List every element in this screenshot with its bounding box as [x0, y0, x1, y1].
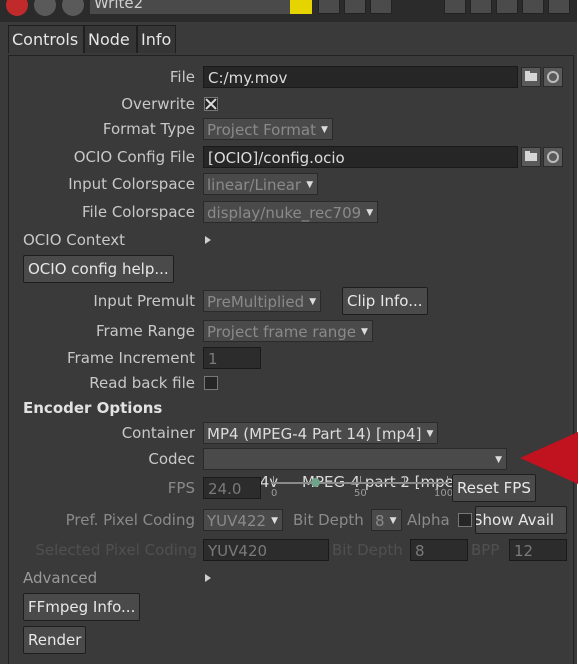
- folder-icon[interactable]: [521, 147, 541, 167]
- fps-input[interactable]: 24.0: [203, 477, 261, 499]
- tab-info[interactable]: Info: [137, 25, 176, 53]
- frame-range-dropdown[interactable]: Project frame range ▼: [203, 320, 373, 342]
- tab-node[interactable]: Node: [84, 25, 137, 53]
- input-premult-value: PreMultiplied: [207, 293, 305, 311]
- chevron-down-icon: ▼: [361, 327, 368, 337]
- input-colorspace-dropdown[interactable]: linear/Linear ▼: [203, 173, 319, 195]
- format-type-value: Project Format: [207, 121, 316, 139]
- ocio-config-file-label: OCIO Config File: [73, 148, 195, 166]
- clip-info-button[interactable]: Clip Info...: [342, 287, 428, 315]
- input-colorspace-label: Input Colorspace: [68, 175, 195, 193]
- ocio-config-file-input[interactable]: [OCIO]/config.ocio: [203, 146, 518, 168]
- ocio-config-help-button[interactable]: OCIO config help...: [23, 255, 174, 283]
- file-colorspace-value: display/nuke_rec709: [207, 204, 362, 222]
- selected-bit-depth-label: Bit Depth: [332, 541, 403, 559]
- center-node-icon[interactable]: [62, 0, 84, 16]
- bpp-label: BPP: [471, 541, 500, 559]
- undo-icon[interactable]: [318, 0, 340, 14]
- reload-icon[interactable]: [543, 147, 563, 167]
- redo-icon[interactable]: [344, 0, 366, 14]
- revert-icon[interactable]: [370, 0, 392, 14]
- chevron-down-icon: ▼: [321, 125, 328, 135]
- codec-dropdown[interactable]: mp4v MPEG-4 part 2 [mpeg4] ▼: [203, 448, 507, 491]
- expand-triangle-icon[interactable]: [205, 236, 211, 244]
- annotation-arrow-icon: [520, 432, 578, 484]
- ocio-context-label: OCIO Context: [23, 231, 126, 249]
- fps-tick-label: 50: [354, 488, 367, 499]
- format-type-label: Format Type: [102, 120, 195, 138]
- frame-increment-label: Frame Increment: [67, 349, 195, 367]
- chevron-down-icon: ▼: [426, 429, 434, 439]
- pref-pixel-coding-dropdown[interactable]: YUV422 ▼: [203, 509, 284, 531]
- bit-depth-label: Bit Depth: [293, 511, 364, 529]
- pref-pixel-coding-label: Pref. Pixel Coding: [65, 511, 195, 529]
- node-color-swatch[interactable]: [290, 0, 312, 14]
- read-back-file-label: Read back file: [89, 374, 195, 392]
- fps-tick-label: 100: [434, 488, 454, 499]
- container-label: Container: [121, 424, 195, 442]
- container-value: MP4 (MPEG-4 Part 14) [mp4]: [207, 425, 422, 443]
- fps-slider-handle[interactable]: [310, 478, 320, 487]
- bit-depth-value: 8: [375, 512, 385, 530]
- selected-pixel-coding-label: Selected Pixel Coding: [35, 541, 197, 559]
- file-colorspace-label: File Colorspace: [81, 203, 195, 221]
- minimize-icon[interactable]: [496, 0, 518, 14]
- file-label: File: [169, 68, 195, 86]
- chevron-down-icon: ▼: [495, 455, 502, 465]
- controls-content: File C:/my.mov Overwrite Format Type Pro…: [8, 55, 574, 664]
- file-path-input[interactable]: C:/my.mov: [203, 66, 518, 88]
- bpp-field: 12: [509, 539, 567, 561]
- bit-depth-dropdown[interactable]: 8 ▼: [371, 509, 402, 531]
- chevron-down-icon: ▼: [309, 297, 317, 307]
- fps-slider[interactable]: 0 50 100: [271, 474, 454, 504]
- input-premult-label: Input Premult: [93, 292, 195, 310]
- help-icon[interactable]: [444, 0, 466, 14]
- selected-bit-depth-field: 8: [410, 539, 468, 561]
- show-avail-button[interactable]: Show Avail: [475, 506, 567, 534]
- read-back-file-checkbox[interactable]: [204, 376, 218, 390]
- reload-icon[interactable]: [543, 67, 563, 87]
- overwrite-label: Overwrite: [121, 95, 195, 113]
- encoder-options-heading: Encoder Options: [23, 399, 163, 417]
- advanced-label: Advanced: [23, 569, 98, 587]
- frame-range-label: Frame Range: [95, 322, 195, 340]
- file-colorspace-dropdown[interactable]: display/nuke_rec709 ▼: [203, 201, 379, 223]
- expand-triangle-icon[interactable]: [205, 574, 211, 582]
- maximize-icon[interactable]: [522, 0, 544, 14]
- fps-tick-label: 0: [271, 488, 278, 499]
- node-name-field[interactable]: Write2: [90, 0, 300, 14]
- tab-controls[interactable]: Controls: [8, 25, 84, 53]
- frame-increment-input[interactable]: 1: [203, 347, 261, 369]
- chevron-down-icon: ▼: [306, 180, 314, 190]
- fps-label: FPS: [167, 479, 195, 497]
- alpha-checkbox[interactable]: [458, 513, 472, 527]
- folder-icon[interactable]: [521, 67, 541, 87]
- input-colorspace-value: linear/Linear: [207, 176, 302, 194]
- close-icon[interactable]: [548, 0, 570, 14]
- input-premult-dropdown[interactable]: PreMultiplied ▼: [203, 290, 322, 312]
- container-dropdown[interactable]: MP4 (MPEG-4 Part 14) [mp4] ▼: [203, 422, 439, 444]
- properties-panel: Write2 Controls Node Info File C:/my.mov…: [0, 0, 578, 664]
- node-titlebar: Write2: [0, 0, 577, 22]
- pin-icon[interactable]: [470, 0, 492, 14]
- close-panel-icon[interactable]: [6, 0, 28, 16]
- pref-pixel-coding-value: YUV422: [207, 512, 267, 530]
- chevron-down-icon: ▼: [366, 208, 374, 218]
- overwrite-checkbox[interactable]: [204, 97, 218, 111]
- codec-label: Codec: [148, 450, 195, 468]
- chevron-down-icon: ▼: [389, 516, 397, 526]
- frame-range-value: Project frame range: [207, 323, 356, 341]
- alpha-label: Alpha: [407, 511, 450, 529]
- chevron-down-icon: ▼: [271, 516, 279, 526]
- ffmpeg-info-button[interactable]: FFmpeg Info...: [23, 593, 141, 621]
- float-panel-icon[interactable]: [34, 0, 56, 16]
- render-button[interactable]: Render: [23, 626, 87, 654]
- selected-pixel-coding-field: YUV420: [203, 539, 329, 561]
- format-type-dropdown[interactable]: Project Format ▼: [203, 118, 333, 140]
